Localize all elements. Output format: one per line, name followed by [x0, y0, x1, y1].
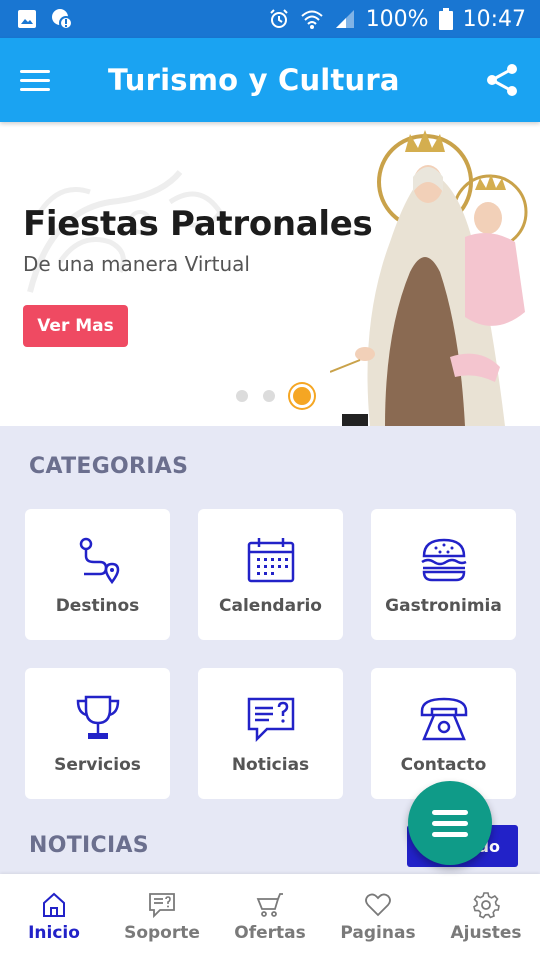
nav-label: Paginas [340, 923, 416, 943]
signal-icon [334, 8, 356, 30]
fab-line [432, 831, 468, 837]
battery-level: 100% [365, 6, 429, 32]
chat-question-icon [247, 697, 294, 742]
nav-label: Soporte [124, 923, 200, 943]
clock: 10:47 [462, 6, 526, 32]
carousel-dot[interactable] [290, 384, 314, 408]
hero-subtitle: De una manera Virtual [23, 252, 250, 276]
cart-icon [256, 893, 283, 917]
category-label: Servicios [54, 754, 141, 775]
calendar-icon [247, 537, 294, 582]
status-right: 100% 10:47 [268, 7, 526, 32]
nav-inicio[interactable]: Inicio [0, 874, 108, 960]
heart-icon [365, 893, 391, 917]
battery-icon [438, 8, 453, 30]
wifi-icon [300, 8, 324, 30]
categories-title: CATEGORIAS [29, 454, 189, 479]
alarm-icon [268, 8, 290, 30]
nav-ofertas[interactable]: Ofertas [216, 874, 324, 960]
category-label: Contacto [400, 754, 487, 775]
nav-ajustes[interactable]: Ajustes [432, 874, 540, 960]
category-contacto[interactable]: Contacto [371, 668, 516, 799]
carousel-dot[interactable] [263, 390, 275, 402]
category-calendario[interactable]: Calendario [198, 509, 343, 640]
category-label: Noticias [231, 754, 310, 775]
status-left [16, 7, 74, 31]
ver-mas-button[interactable]: Ver Mas [23, 305, 128, 347]
carousel-dots [236, 384, 314, 408]
category-noticias[interactable]: Noticias [198, 668, 343, 799]
fab-line [432, 820, 468, 826]
app-title: Turismo y Cultura [108, 63, 400, 97]
share-icon[interactable] [484, 62, 520, 98]
status-bar: 100% 10:47 [0, 0, 540, 38]
gear-icon [473, 892, 500, 919]
nav-label: Ofertas [234, 923, 306, 943]
virgin-statue-image [330, 130, 528, 426]
nav-paginas[interactable]: Paginas [324, 874, 432, 960]
route-icon [79, 537, 119, 584]
categories-grid: Destinos Calendario Gastronimia Servicio… [25, 509, 516, 799]
nav-label: Inicio [28, 923, 80, 943]
category-gastronimia[interactable]: Gastronimia [371, 509, 516, 640]
app-bar: Turismo y Cultura [0, 38, 540, 122]
category-label: Destinos [55, 595, 140, 616]
telephone-icon [420, 697, 467, 740]
home-icon [43, 892, 65, 917]
alert-icon [50, 7, 74, 31]
category-label: Calendario [219, 595, 322, 616]
hero-banner[interactable]: Fiestas Patronales De una manera Virtual… [0, 122, 540, 426]
burger-icon [420, 538, 467, 581]
bottom-navigation: Inicio Soporte Ofertas Paginas Ajustes [0, 874, 540, 960]
nav-soporte[interactable]: Soporte [108, 874, 216, 960]
category-servicios[interactable]: Servicios [25, 668, 170, 799]
trophy-icon [76, 695, 119, 739]
news-title: NOTICIAS [29, 833, 149, 858]
support-chat-icon [149, 893, 175, 919]
hamburger-icon[interactable] [20, 64, 52, 96]
fab-line [432, 809, 468, 815]
category-destinos[interactable]: Destinos [25, 509, 170, 640]
image-icon [16, 8, 38, 30]
carousel-dot[interactable] [236, 390, 248, 402]
nav-label: Ajustes [450, 923, 522, 943]
fab-menu-button[interactable] [408, 781, 492, 865]
category-label: Gastronimia [385, 595, 502, 616]
hero-title: Fiestas Patronales [23, 204, 373, 244]
